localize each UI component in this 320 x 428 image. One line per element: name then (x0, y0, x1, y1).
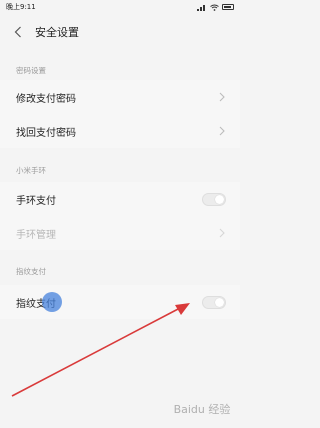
status-time: 晚上9:11 (6, 3, 36, 11)
row-recover-pay-password[interactable]: 找回支付密码 (0, 114, 240, 148)
touch-indicator (42, 292, 62, 312)
page-header: 安全设置 (0, 18, 240, 46)
row-label: 修改支付密码 (16, 93, 76, 105)
wifi-icon (210, 4, 219, 11)
battery-icon (222, 4, 234, 10)
chevron-right-icon (219, 92, 225, 102)
row-band-pay: 手环支付 (0, 182, 240, 216)
row-label: 手环支付 (16, 195, 56, 207)
toggle-knob (215, 194, 224, 204)
page-title: 安全设置 (35, 26, 79, 39)
row-change-pay-password[interactable]: 修改支付密码 (0, 80, 240, 114)
signal-icon (197, 4, 205, 11)
row-fingerprint-pay: 指纹支付 (0, 285, 240, 319)
band-pay-toggle[interactable] (202, 192, 226, 206)
section-label-mi-band: 小米手环 (16, 166, 46, 175)
row-label: 手环管理 (16, 229, 56, 241)
section-label-fingerprint: 指纹支付 (16, 267, 46, 276)
back-icon[interactable] (11, 25, 25, 39)
row-band-manage[interactable]: 手环管理 (0, 216, 240, 250)
section-label-password: 密码设置 (16, 66, 46, 75)
toggle-knob (215, 297, 224, 307)
status-icons (197, 4, 234, 11)
status-bar: 晚上9:11 (0, 0, 240, 14)
row-label: 找回支付密码 (16, 127, 76, 139)
fingerprint-pay-toggle[interactable] (202, 295, 226, 309)
chevron-right-icon (219, 228, 225, 238)
watermark: Baidu 经验 (173, 403, 231, 416)
chevron-right-icon (219, 126, 225, 136)
